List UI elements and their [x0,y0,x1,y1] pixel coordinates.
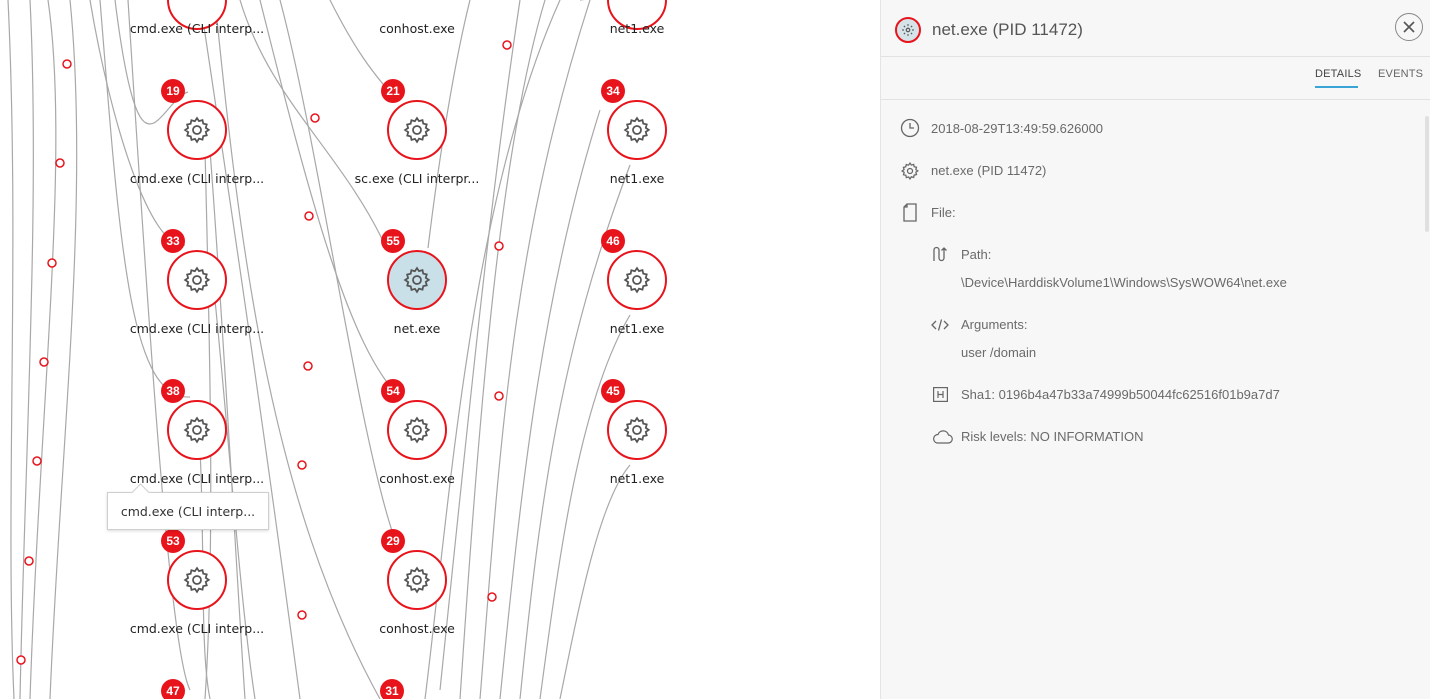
node-badge: 46 [601,229,625,253]
process-graph[interactable]: cmd.exe (CLI interp... conhost.exe net1.… [0,0,880,699]
node-badge: 34 [601,79,625,103]
node-badge: 21 [381,79,405,103]
node-label: net1.exe [609,321,665,336]
node-label: cmd.exe (CLI interp... [129,621,265,636]
risk-value: Risk levels: NO INFORMATION [961,429,1144,444]
path-label: Path: [961,247,992,262]
gear-icon [623,266,651,294]
node-badge: 54 [381,379,405,403]
file-label: File: [931,205,956,220]
node-badge: 33 [161,229,185,253]
gear-icon [403,416,431,444]
tooltip-text: cmd.exe (CLI interp... [120,503,256,519]
node-label: net1.exe [609,171,665,186]
tabs-divider [881,99,1430,100]
file-icon [903,203,917,222]
gear-icon [623,416,651,444]
node-label: net1.exe [609,21,665,36]
tab-events[interactable]: EVENTS [1378,68,1423,80]
node-label: cmd.exe (CLI interp... [129,321,265,336]
scrollbar[interactable] [1425,116,1429,232]
gear-icon [403,116,431,144]
process-node[interactable] [607,100,667,160]
node-label: cmd.exe (CLI interp... [129,21,265,36]
header-divider [881,56,1430,57]
node-badge: 47 [161,679,185,699]
gear-icon [183,416,211,444]
node-badge: 53 [161,529,185,553]
node-tooltip: cmd.exe (CLI interp... [107,492,269,530]
hash-icon [933,387,948,402]
node-badge: 55 [381,229,405,253]
node-label: cmd.exe (CLI interp... [129,171,265,186]
node-label: net1.exe [609,471,665,486]
process-node[interactable] [387,400,447,460]
active-tab-underline [1315,86,1358,88]
panel-title: net.exe (PID 11472) [932,20,1083,39]
path-icon [933,246,947,262]
path-value: \Device\HarddiskVolume1\Windows\SysWOW64… [961,275,1287,290]
gear-icon [183,116,211,144]
process-node[interactable] [387,100,447,160]
gear-icon [403,266,431,294]
process-node[interactable] [167,100,227,160]
gear-icon [183,266,211,294]
gear-icon [403,566,431,594]
process-value: net.exe (PID 11472) [931,163,1047,178]
node-label: net.exe [393,321,441,336]
node-label: conhost.exe [379,621,455,636]
node-label: conhost.exe [379,471,455,486]
timestamp-value: 2018-08-29T13:49:59.626000 [931,121,1104,136]
process-gear-icon [895,17,921,43]
node-label: conhost.exe [379,21,455,36]
cloud-icon [933,430,953,444]
arguments-label: Arguments: [961,317,1028,332]
process-node[interactable] [167,550,227,610]
arguments-value: user /domain [961,345,1037,360]
node-label: sc.exe (CLI interpr... [354,171,480,186]
process-node[interactable] [167,400,227,460]
sha1-value: Sha1: 0196b4a47b33a74999b50044fc62516f01… [961,387,1280,402]
node-badge: 38 [161,379,185,403]
process-node[interactable] [387,550,447,610]
node-badge: 19 [161,79,185,103]
code-icon [931,319,949,331]
clock-icon [900,118,920,138]
tab-details[interactable]: DETAILS [1315,68,1361,80]
node-badge: 31 [380,679,404,699]
node-badge: 29 [381,529,405,553]
close-button[interactable] [1395,13,1423,41]
process-node[interactable] [387,250,447,310]
process-node[interactable] [607,400,667,460]
process-node[interactable] [607,250,667,310]
details-panel: net.exe (PID 11472) DETAILS EVENTS 2018-… [880,0,1430,699]
gear-icon [183,566,211,594]
gear-icon [900,161,919,181]
process-node[interactable] [167,250,227,310]
close-icon [1403,21,1415,33]
gear-icon [623,116,651,144]
node-badge: 45 [601,379,625,403]
